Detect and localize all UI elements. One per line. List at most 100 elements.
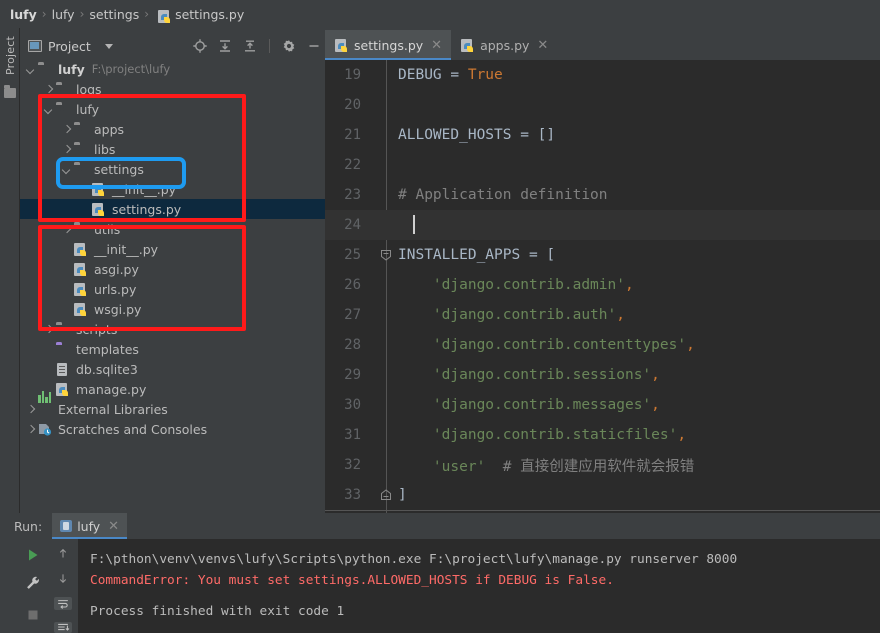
code-text[interactable]: 'django.contrib.auth', (371, 307, 625, 323)
run-console-output[interactable]: F:\pthon\venv\venvs\lufy\Scripts\python.… (78, 539, 880, 633)
code-line[interactable]: 31 'django.contrib.staticfiles', (325, 420, 880, 450)
close-icon[interactable]: ✕ (108, 519, 119, 534)
code-text[interactable]: ALLOWED_HOSTS = [] (371, 127, 555, 143)
tree-item-lufy[interactable]: lufy (20, 99, 325, 119)
tree-item-wsgi-py[interactable]: wsgi.py (20, 299, 325, 319)
editor-tab-label: apps.py (480, 37, 530, 53)
tree-item-templates[interactable]: templates (20, 339, 325, 359)
tree-item-db-sqlite3[interactable]: db.sqlite3 (20, 359, 325, 379)
wrench-icon[interactable] (25, 575, 41, 591)
breadcrumb-item-project[interactable]: lufy (10, 7, 37, 22)
stop-icon[interactable] (25, 607, 41, 623)
python-icon (74, 242, 89, 256)
code-token: 'django.contrib.contenttypes' (398, 337, 687, 353)
chevron-right-icon[interactable] (62, 124, 72, 134)
scratches-icon (38, 422, 53, 436)
code-line[interactable]: 24 (325, 210, 880, 240)
editor-tab-bar[interactable]: settings.py ✕ apps.py ✕ (325, 30, 880, 60)
code-line[interactable]: 23 # Application definition (325, 180, 880, 210)
editor-tab-settings-py[interactable]: settings.py ✕ (325, 30, 452, 60)
code-text[interactable]: # Application definition (371, 187, 608, 203)
code-text[interactable]: INSTALLED_APPS = [ (371, 247, 555, 263)
chevron-right-icon[interactable] (44, 324, 54, 334)
soft-wrap-icon[interactable] (54, 596, 72, 610)
breadcrumb-item-file[interactable]: settings.py (175, 7, 244, 22)
chevron-down-icon[interactable] (62, 164, 72, 174)
chevron-down-icon[interactable] (44, 104, 54, 114)
project-tree[interactable]: lufy F:\project\lufy logs lufy apps libs setti… (20, 59, 325, 513)
code-text[interactable]: 'django.contrib.sessions', (371, 367, 660, 383)
editor-lines[interactable]: 19 DEBUG = True 20 21 ALLOWED_HOSTS = [] 22 23… (325, 60, 880, 510)
collapse-all-icon[interactable] (242, 38, 258, 54)
chevron-right-icon[interactable] (44, 84, 54, 94)
tree-item-apps[interactable]: apps (20, 119, 325, 139)
tree-item-libs[interactable]: libs (20, 139, 325, 159)
rerun-icon[interactable] (25, 547, 41, 563)
tree-item-logs[interactable]: logs (20, 79, 325, 99)
tree-item-urls-py[interactable]: urls.py (20, 279, 325, 299)
code-line[interactable]: 28 'django.contrib.contenttypes', (325, 330, 880, 360)
chevron-right-icon[interactable] (62, 224, 72, 234)
tree-item-external-libraries[interactable]: External Libraries (20, 391, 325, 419)
code-line[interactable]: 30 'django.contrib.messages', (325, 390, 880, 420)
scroll-to-end-icon[interactable] (54, 621, 72, 633)
tree-item-label: templates (76, 341, 139, 357)
chevron-down-icon[interactable] (104, 43, 113, 49)
locate-icon[interactable] (192, 38, 208, 54)
chevron-right-icon[interactable] (26, 404, 36, 414)
code-line[interactable]: 27 'django.contrib.auth', (325, 300, 880, 330)
code-line[interactable]: 26 'django.contrib.admin', (325, 270, 880, 300)
run-controls-left (18, 539, 48, 633)
chevron-down-icon[interactable] (26, 64, 36, 74)
breadcrumb-item-settings[interactable]: settings (89, 7, 139, 22)
code-token: ] (398, 487, 407, 503)
code-line[interactable]: 32 'user' # 直接创建应用软件就会报错 (325, 450, 880, 480)
run-tab-lufy[interactable]: lufy ✕ (52, 513, 128, 539)
arrow-down-icon[interactable] (55, 572, 71, 585)
code-line[interactable]: 19 DEBUG = True (325, 60, 880, 90)
code-line[interactable]: 25 INSTALLED_APPS = [ (325, 240, 880, 270)
code-text[interactable]: 'django.contrib.admin', (371, 277, 634, 293)
code-line[interactable]: 22 (325, 150, 880, 180)
code-text[interactable]: DEBUG = True (371, 67, 503, 83)
code-text[interactable]: 'django.contrib.messages', (371, 397, 660, 413)
tree-item-settings[interactable]: settings (20, 159, 325, 179)
tree-item--init-py[interactable]: __init__.py (20, 239, 325, 259)
fold-close-icon[interactable] (380, 489, 392, 501)
close-icon[interactable]: ✕ (431, 38, 442, 53)
close-icon[interactable]: ✕ (537, 38, 548, 53)
project-window-icon (28, 40, 42, 52)
fold-open-icon[interactable] (380, 249, 392, 261)
tree-item-manage-py[interactable]: manage.py (20, 379, 325, 399)
tree-item-utils[interactable]: utils (20, 219, 325, 239)
tree-item--init-py[interactable]: __init__.py (20, 179, 325, 199)
code-editor[interactable]: 19 DEBUG = True 20 21 ALLOWED_HOSTS = [] 22 23… (325, 60, 880, 513)
expand-all-icon[interactable] (217, 38, 233, 54)
code-line[interactable]: 20 (325, 90, 880, 120)
tree-item-lufy[interactable]: lufy F:\project\lufy (20, 59, 325, 79)
project-tool-window-button[interactable]: Project (2, 32, 19, 79)
code-line[interactable]: 29 'django.contrib.sessions', (325, 360, 880, 390)
code-text[interactable]: 'django.contrib.staticfiles', (371, 427, 686, 443)
chevron-right-icon[interactable] (26, 424, 36, 434)
code-line[interactable]: 33] (325, 480, 880, 510)
code-token: 'django.contrib.admin' (398, 277, 625, 293)
tree-item-scratches-and-consoles[interactable]: Scratches and Consoles (20, 419, 325, 439)
line-number: 33 (344, 487, 361, 503)
gear-icon[interactable] (281, 38, 297, 54)
arrow-up-icon[interactable] (55, 547, 71, 560)
tree-item-settings-py[interactable]: settings.py (20, 199, 325, 219)
code-text[interactable]: 'django.contrib.contenttypes', (371, 337, 695, 353)
editor-tab-apps-py[interactable]: apps.py ✕ (451, 30, 557, 60)
line-number: 32 (344, 457, 361, 473)
code-text[interactable]: 'user' # 直接创建应用软件就会报错 (371, 455, 694, 476)
project-panel-title[interactable]: Project (28, 39, 113, 54)
minimize-icon[interactable] (306, 38, 322, 54)
chevron-right-icon[interactable] (62, 144, 72, 154)
console-line: Process finished with exit code 1 (90, 604, 345, 619)
code-line[interactable]: 21 ALLOWED_HOSTS = [] (325, 120, 880, 150)
tree-item-asgi-py[interactable]: asgi.py (20, 259, 325, 279)
breadcrumb-item-package[interactable]: lufy (52, 7, 75, 22)
tree-item-scripts[interactable]: scripts (20, 319, 325, 339)
